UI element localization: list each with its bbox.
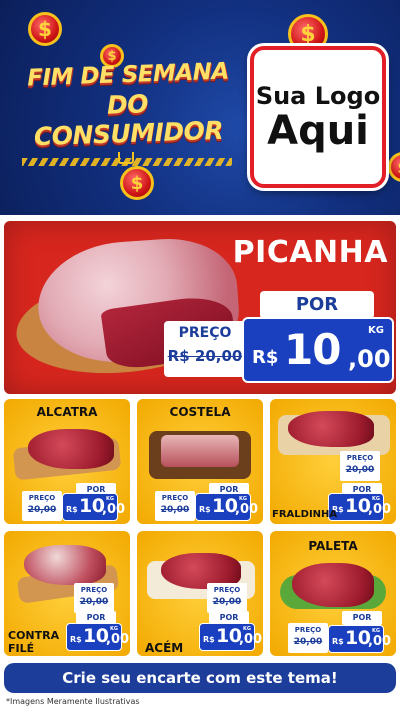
new-price-box: R$ 10 ,00 KG	[62, 493, 125, 521]
preco-label: PREÇO	[161, 494, 189, 502]
title-line-2: DO CONSUMIDOR	[33, 89, 224, 152]
price-decimal: ,00	[368, 502, 392, 517]
price-decimal: ,00	[235, 502, 259, 517]
alcatra-image	[28, 429, 114, 469]
old-price: 20,00	[293, 637, 323, 647]
por-label: POR	[342, 611, 382, 625]
fraldinha-image	[288, 411, 374, 447]
price-integer: 10	[345, 627, 371, 649]
old-price: 20,00	[79, 597, 109, 607]
unit: KG	[372, 628, 380, 634]
price-decimal: ,00	[368, 634, 392, 649]
old-price-box: PREÇO 20,00	[340, 451, 380, 481]
featured-product-name: PICANHA	[232, 235, 388, 270]
product-name-line-1: CONTRA	[8, 629, 60, 642]
new-price-box: R$ 10 ,00 KG	[242, 317, 394, 383]
logo-text-line-2: Aqui	[267, 108, 369, 154]
product-card-acem[interactable]: PREÇO 20,00 POR R$ 10 ,00 KG ACÉM	[137, 531, 263, 656]
product-card-fraldinha[interactable]: PREÇO 20,00 POR R$ 10 ,00 KG FRALDINHA	[270, 399, 396, 524]
product-card-costela[interactable]: COSTELA POR PREÇO 20,00 R$ 10 ,00 KG	[137, 399, 263, 524]
price-integer: 10	[83, 625, 109, 647]
new-price-box: R$ 10 ,00 KG	[328, 625, 391, 653]
create-flyer-button[interactable]: Crie seu encarte com este tema!	[4, 663, 396, 693]
costela-image	[161, 435, 239, 467]
old-price-box: PREÇO 20,00	[288, 623, 328, 653]
product-name: ACÉM	[145, 641, 184, 655]
currency: R$	[70, 635, 82, 644]
contra-file-image	[24, 545, 106, 585]
cart-icon	[118, 152, 134, 164]
old-price: 20,00	[212, 597, 242, 607]
new-price-box: R$ 10 ,00 KG	[66, 623, 129, 651]
new-price-box: R$ 10 ,00 KG	[195, 493, 258, 521]
price-decimal: ,00	[348, 345, 391, 373]
featured-offer-card[interactable]: PICANHA POR PREÇO R$ 20,00 R$ 10 ,00 KG	[4, 221, 396, 394]
old-price-box: PREÇO 20,00	[22, 491, 62, 521]
coin-icon: $	[120, 166, 154, 200]
old-price: 20,00	[27, 505, 57, 515]
old-price-box: PREÇO R$ 20,00	[164, 321, 246, 377]
unit: KG	[239, 496, 247, 502]
old-price-box: PREÇO 20,00	[74, 583, 114, 613]
product-card-alcatra[interactable]: ALCATRA POR PREÇO 20,00 R$ 10 ,00 KG	[4, 399, 130, 524]
price-integer: 10	[345, 495, 371, 517]
old-price-box: PREÇO 20,00	[207, 583, 247, 613]
preco-label: PREÇO	[346, 454, 374, 462]
por-label: POR	[260, 291, 374, 319]
old-price: 20,00	[345, 465, 375, 475]
price-decimal: ,00	[106, 632, 130, 647]
old-price: R$ 20,00	[167, 347, 243, 365]
logo-placeholder[interactable]: Sua Logo Aqui	[250, 46, 386, 188]
price-integer: 10	[284, 325, 341, 374]
disclaimer: *Imagens Meramente Ilustrativas	[6, 697, 140, 706]
logo-text-line-1: Sua Logo	[255, 82, 381, 110]
unit: KG	[368, 325, 384, 336]
product-name: ALCATRA	[36, 405, 98, 419]
preco-label: PREÇO	[213, 586, 241, 594]
price-decimal: ,00	[239, 632, 263, 647]
currency: R$	[252, 347, 279, 368]
paleta-image	[292, 563, 374, 607]
currency: R$	[332, 637, 344, 646]
product-name: FRALDINHA	[272, 509, 338, 520]
product-name-line-2: FILÉ	[8, 642, 35, 655]
price-integer: 10	[216, 625, 242, 647]
unit: KG	[110, 626, 118, 632]
price-integer: 10	[79, 495, 105, 517]
price-decimal: ,00	[102, 502, 126, 517]
preco-label: PREÇO	[294, 626, 322, 634]
currency: R$	[199, 505, 211, 514]
product-card-paleta[interactable]: PALETA POR PREÇO 20,00 R$ 10 ,00 KG	[270, 531, 396, 656]
preco-label: PREÇO	[178, 325, 232, 341]
price-integer: 10	[212, 495, 238, 517]
unit: KG	[372, 496, 380, 502]
offers-area: PICANHA POR PREÇO R$ 20,00 R$ 10 ,00 KG …	[0, 215, 400, 712]
currency: R$	[203, 635, 215, 644]
product-name: PALETA	[308, 539, 358, 553]
unit: KG	[243, 626, 251, 632]
preco-label: PREÇO	[28, 494, 56, 502]
preco-label: PREÇO	[80, 586, 108, 594]
old-price-box: PREÇO 20,00	[155, 491, 195, 521]
campaign-title: FIM DE SEMANA DO CONSUMIDOR	[14, 58, 242, 151]
product-card-contra-file[interactable]: PREÇO 20,00 POR R$ 10 ,00 KG CONTRA FILÉ	[4, 531, 130, 656]
old-price: 20,00	[160, 505, 190, 515]
new-price-box: R$ 10 ,00 KG	[199, 623, 262, 651]
product-name: COSTELA	[169, 405, 231, 419]
unit: KG	[106, 496, 114, 502]
coin-icon: $	[388, 152, 400, 182]
header-banner: $ $ $ $ $ FIM DE SEMANA DO CONSUMIDOR Su…	[0, 0, 400, 215]
coin-icon: $	[28, 12, 62, 46]
currency: R$	[66, 505, 78, 514]
